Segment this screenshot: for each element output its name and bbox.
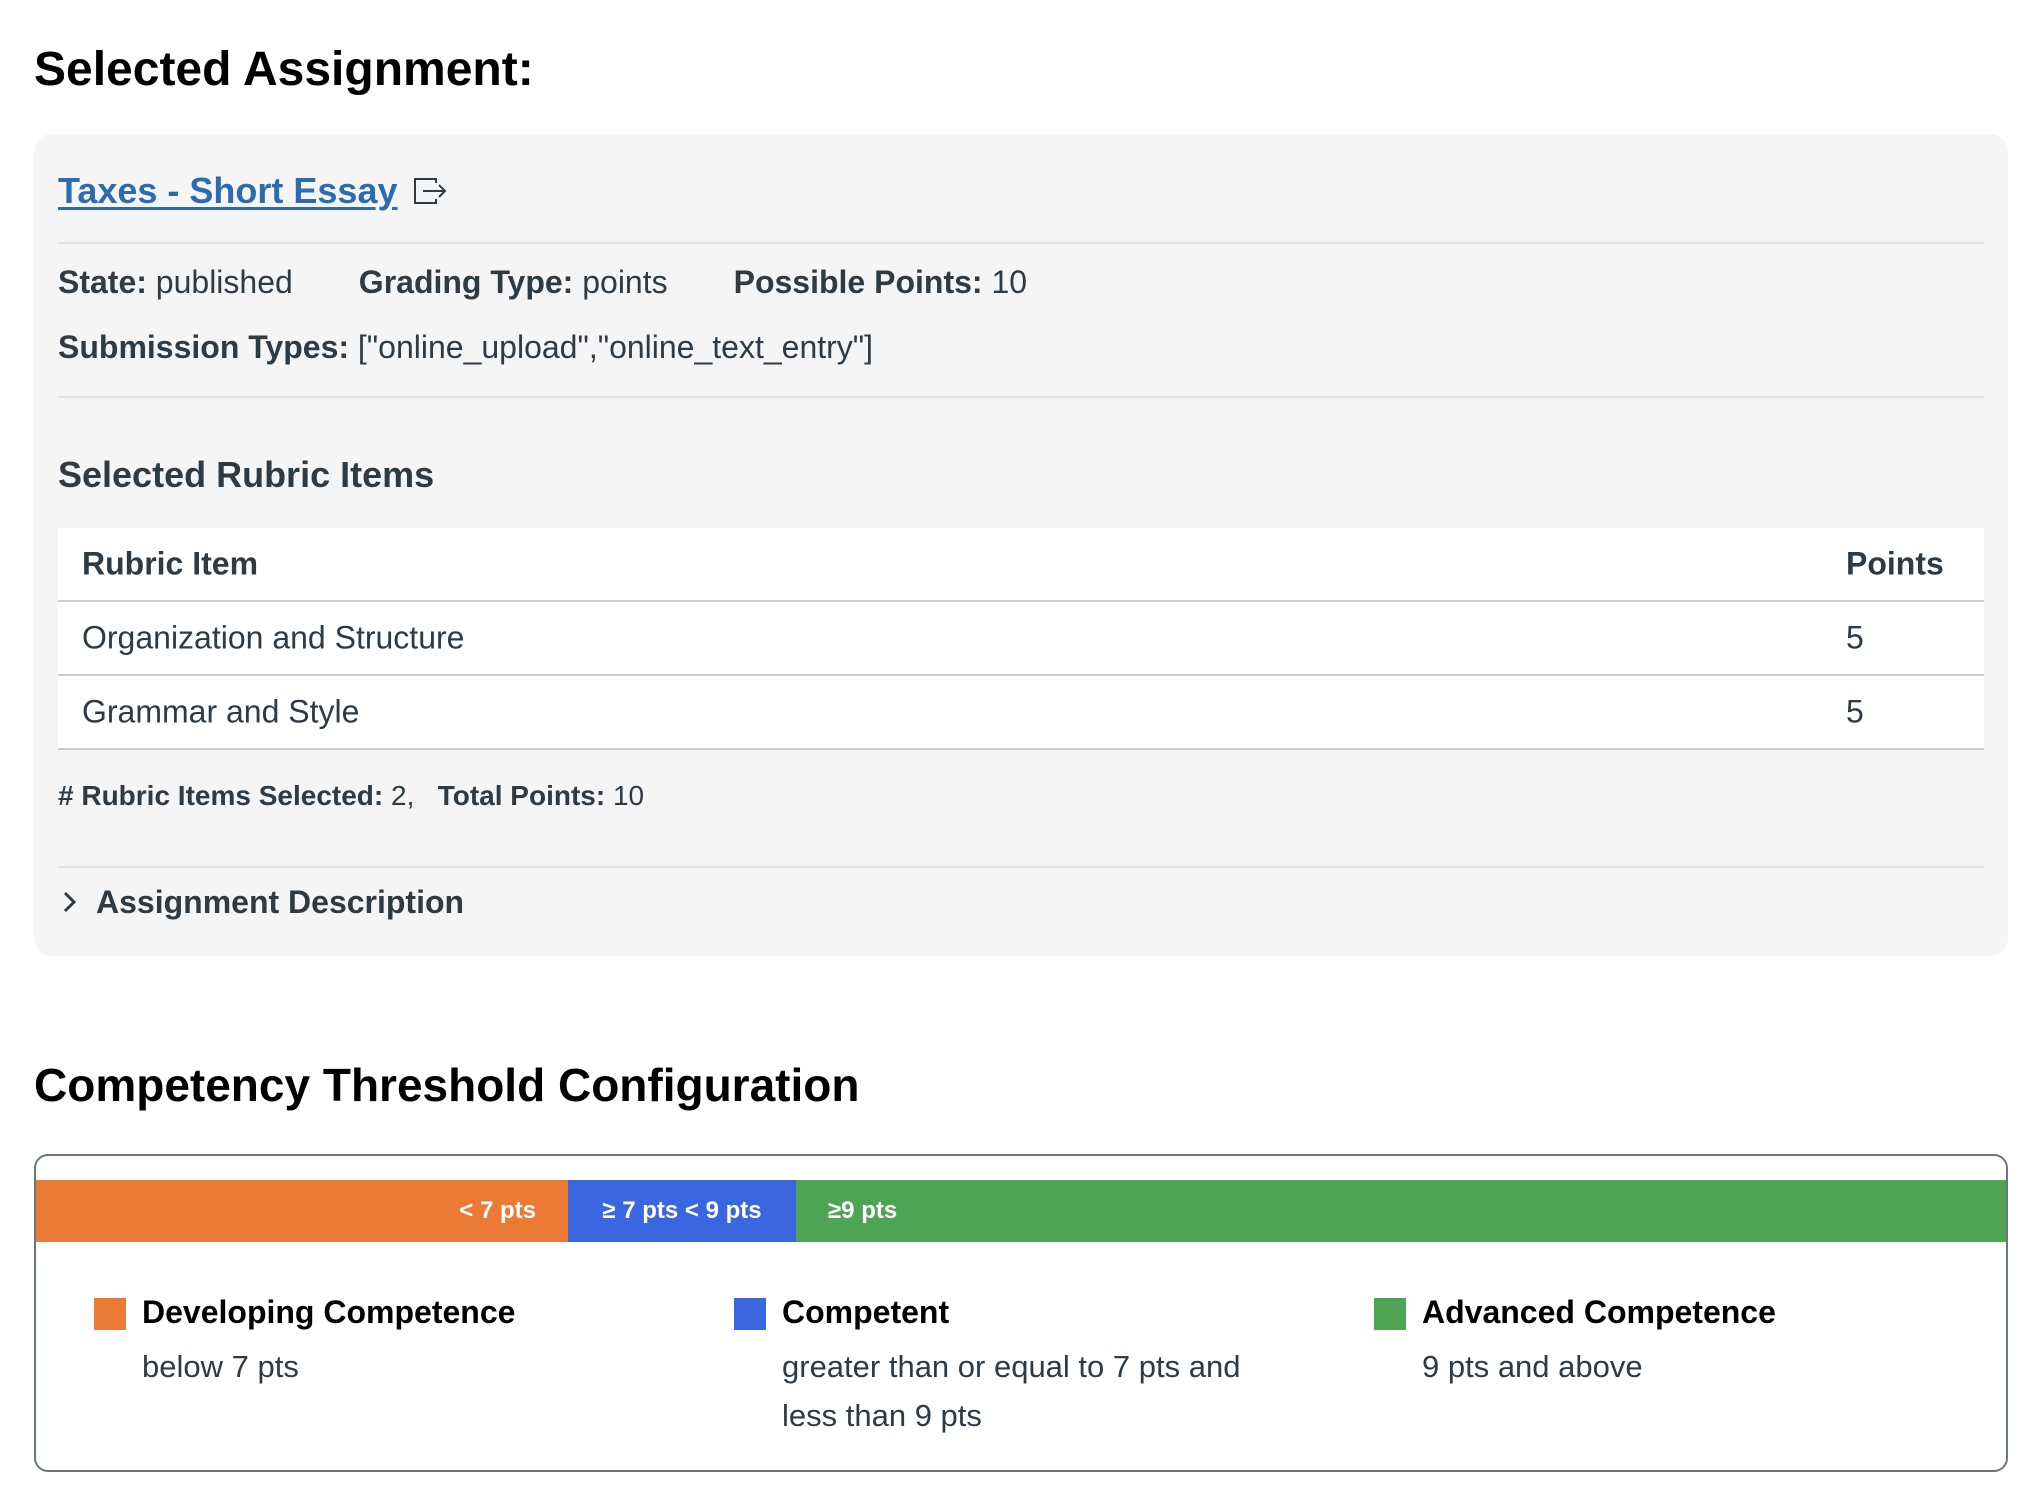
threshold-label-advanced: ≥9 pts [828, 1197, 898, 1224]
rubric-table: Rubric Item Points Organization and Stru… [58, 528, 1984, 750]
threshold-segment-advanced: ≥9 pts [796, 1180, 2006, 1242]
assignment-description-toggle[interactable]: Assignment Description [58, 874, 464, 930]
chevron-right-icon [58, 887, 82, 917]
rubric-item-points: 5 [1846, 619, 1864, 656]
divider [58, 396, 1984, 398]
state-field: State: published [58, 264, 293, 301]
assignment-card: Taxes - Short Essay State: published Gra… [34, 134, 2008, 956]
legend-name: Developing Competence [142, 1294, 516, 1330]
rubric-item-name: Organization and Structure [82, 619, 465, 656]
column-header-points: Points [1846, 545, 1944, 582]
possible-points-field: Possible Points: 10 [734, 264, 1027, 301]
rubric-item-name: Grammar and Style [82, 693, 360, 730]
legend-name: Competent [782, 1294, 950, 1330]
external-link-icon[interactable] [412, 176, 450, 206]
legend-description: greater than or equal to 7 pts and less … [782, 1349, 1241, 1433]
threshold-label-developing: < 7 pts [459, 1197, 536, 1224]
legend-name: Advanced Competence [1422, 1294, 1776, 1330]
rubric-heading: Selected Rubric Items [58, 454, 435, 495]
divider [58, 242, 1984, 244]
legend-swatch-competent [734, 1298, 766, 1330]
page: Selected Assignment: Taxes - Short Essay… [0, 0, 2044, 1498]
state-value: published [155, 264, 293, 300]
selected-count-label: # Rubric Items Selected: [58, 780, 384, 811]
table-row: Grammar and Style 5 [58, 676, 1984, 750]
assignment-link-row: Taxes - Short Essay [58, 166, 450, 216]
threshold-config-panel: < 7 pts ≥ 7 pts < 9 pts ≥9 pts Developin… [34, 1154, 2008, 1472]
assignment-description-label: Assignment Description [96, 883, 465, 920]
possible-points-value: 10 [991, 264, 1028, 300]
grading-type-label: Grading Type: [358, 264, 574, 300]
possible-points-label: Possible Points: [733, 264, 983, 300]
total-points-label: Total Points: [437, 780, 606, 811]
threshold-segment-developing: < 7 pts [36, 1180, 568, 1242]
competency-threshold-title: Competency Threshold Configuration [34, 1059, 860, 1111]
divider [58, 866, 1984, 868]
grading-type-value: points [582, 264, 668, 300]
legend-swatch-developing [94, 1298, 126, 1330]
column-header-rubric-item: Rubric Item [82, 545, 259, 582]
legend-description: below 7 pts [142, 1349, 299, 1384]
submission-types-row: Submission Types: ["online_upload","onli… [58, 329, 939, 366]
submission-types-value: ["online_upload","online_text_entry"] [357, 329, 874, 365]
legend-swatch-advanced [1374, 1298, 1406, 1330]
selected-assignment-title: Selected Assignment: [34, 43, 534, 96]
rubric-table-header: Rubric Item Points [58, 528, 1984, 602]
submission-types-label: Submission Types: [58, 329, 350, 365]
threshold-bar: < 7 pts ≥ 7 pts < 9 pts ≥9 pts [36, 1180, 2006, 1242]
rubric-item-points: 5 [1846, 693, 1864, 730]
assignment-meta-row: State: published Grading Type: points Po… [58, 264, 1093, 301]
submission-types-field: Submission Types: ["online_upload","onli… [58, 329, 873, 366]
threshold-segment-competent: ≥ 7 pts < 9 pts [568, 1180, 796, 1242]
grading-type-field: Grading Type: points [359, 264, 668, 301]
selected-count-value: 2, [391, 780, 415, 811]
table-row: Organization and Structure 5 [58, 602, 1984, 676]
threshold-label-competent: ≥ 7 pts < 9 pts [602, 1197, 762, 1224]
total-points-value: 10 [612, 780, 645, 811]
rubric-summary: # Rubric Items Selected: 2, Total Points… [58, 780, 644, 812]
state-label: State: [58, 264, 147, 300]
assignment-name-link[interactable]: Taxes - Short Essay [58, 170, 398, 212]
legend-description: 9 pts and above [1422, 1349, 1643, 1384]
